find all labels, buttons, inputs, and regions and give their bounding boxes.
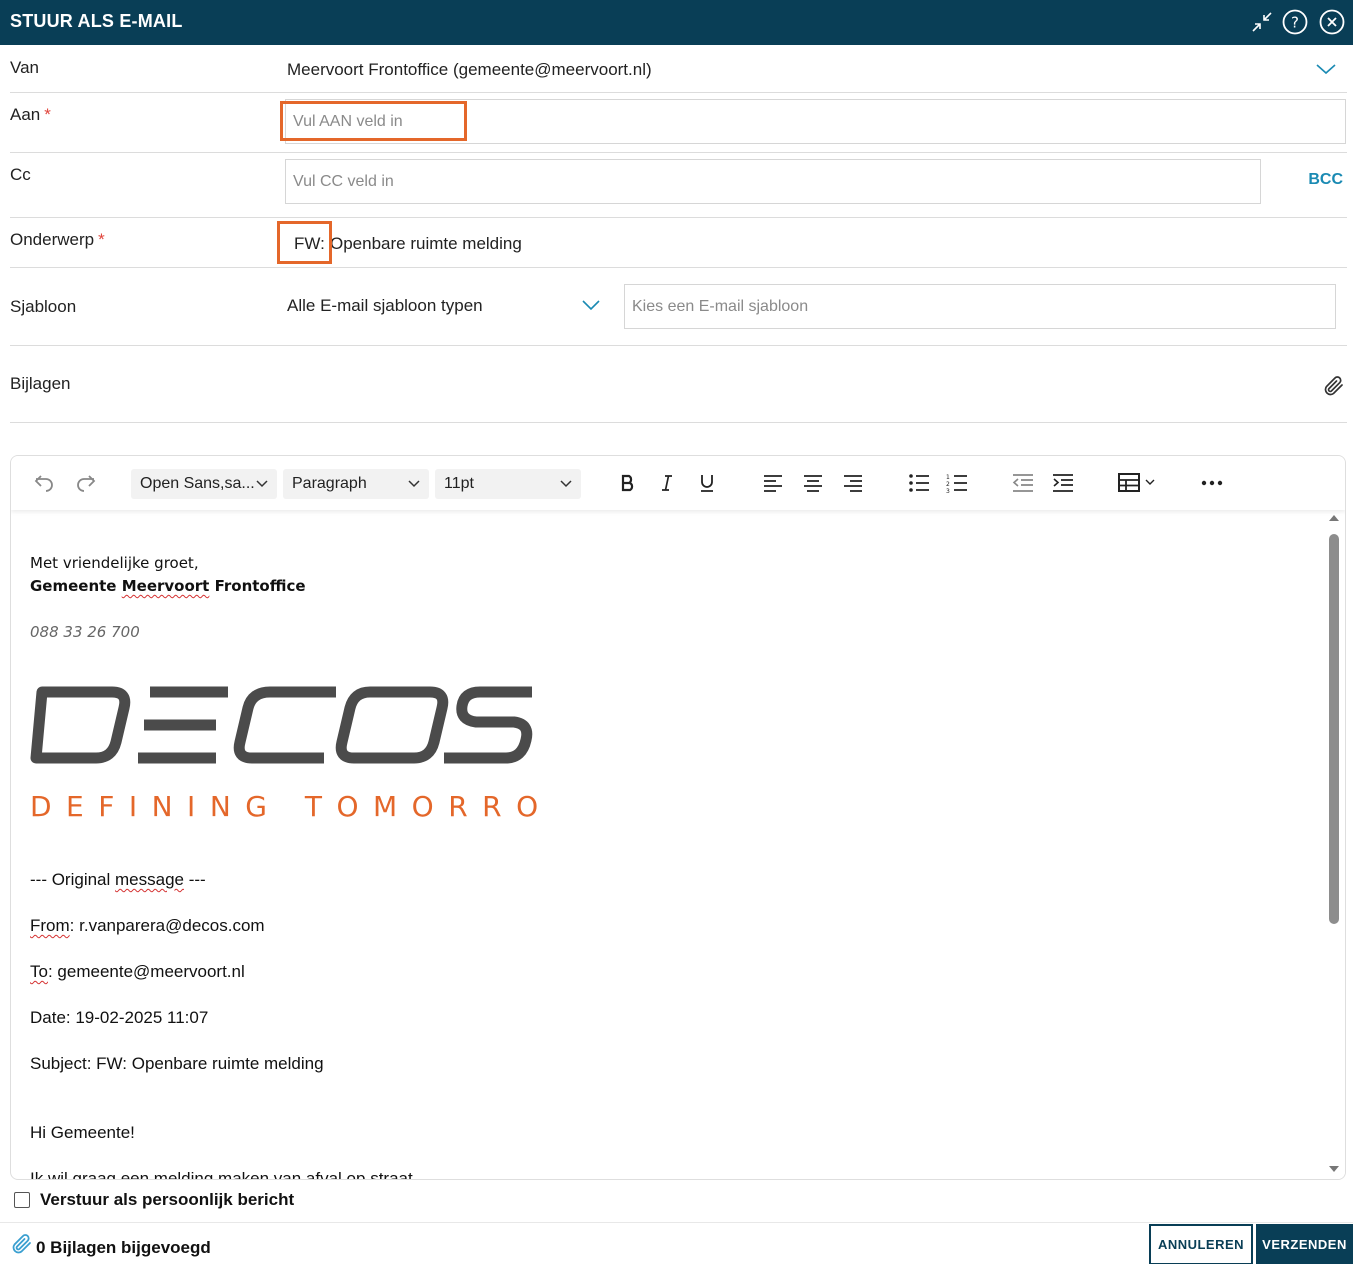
template-type-chevron-down-icon[interactable] (581, 298, 601, 317)
message-greeting: Hi Gemeente! (30, 1123, 135, 1142)
bold-icon[interactable] (615, 470, 641, 496)
attachments-label: Bijlagen (10, 374, 71, 393)
cc-placeholder: Vul CC veld in (293, 172, 394, 190)
bcc-button[interactable]: BCC (1308, 171, 1343, 189)
subject-input[interactable]: Openbare ruimte melding (330, 234, 522, 254)
block-format-value: Paragraph (292, 475, 367, 492)
table-icon[interactable] (1116, 470, 1160, 496)
more-options-icon[interactable] (1199, 470, 1225, 496)
outdent-icon[interactable] (1010, 470, 1036, 496)
rich-text-editor[interactable]: Open Sans,sa... Paragraph 11pt 1 2 3 Met… (10, 455, 1346, 1180)
cc-input[interactable]: Vul CC veld in (285, 159, 1261, 204)
align-left-icon[interactable] (760, 470, 786, 496)
undo-icon[interactable] (31, 470, 57, 496)
dialog-title: STUUR ALS E-MAIL (10, 11, 183, 31)
svg-text:3: 3 (946, 488, 950, 493)
divider (10, 152, 1347, 153)
numbered-list-icon[interactable]: 123 (944, 470, 970, 496)
chevron-down-icon (408, 480, 420, 488)
redo-icon[interactable] (73, 470, 99, 496)
close-icon[interactable] (1319, 9, 1345, 35)
original-from-line: From: r.vanparera@decos.com (30, 916, 265, 935)
editor-scrollbar[interactable] (1323, 510, 1345, 1179)
personal-message-label: Verstuur als persoonlijk bericht (40, 1190, 295, 1209)
scroll-up-icon[interactable] (1328, 514, 1340, 522)
dialog-footer: 0 Bijlagen bijgevoegd ANNULEREN VERZENDE… (0, 1222, 1353, 1264)
original-date-line: Date: 19-02-2025 11:07 (30, 1008, 209, 1027)
divider (10, 345, 1347, 346)
send-button[interactable]: VERZENDEN (1256, 1224, 1353, 1264)
original-subject-line: Subject: FW: Openbare ruimte melding (30, 1054, 324, 1073)
svg-text:2: 2 (946, 481, 950, 488)
underline-icon[interactable] (694, 470, 720, 496)
template-placeholder: Kies een E-mail sjabloon (632, 297, 809, 315)
scroll-down-icon[interactable] (1328, 1165, 1340, 1173)
to-label: Aan * (10, 105, 51, 124)
font-size-select[interactable]: 11pt (435, 469, 581, 499)
signature-phone: 088 33 26 700 (30, 623, 140, 641)
italic-icon[interactable] (654, 470, 680, 496)
original-message-header: --- Original message --- (30, 870, 206, 889)
font-family-value: Open Sans,sa... (140, 475, 255, 492)
original-to-line: To: gemeente@meervoort.nl (30, 962, 245, 981)
personal-message-checkbox[interactable] (14, 1192, 30, 1208)
subject-label: Onderwerp * (10, 230, 105, 249)
align-center-icon[interactable] (800, 470, 826, 496)
divider (10, 92, 1347, 93)
font-size-value: 11pt (444, 475, 474, 492)
divider (10, 217, 1347, 218)
subject-prefix-highlight-box (277, 221, 332, 264)
bullet-list-icon[interactable] (906, 470, 932, 496)
divider (10, 267, 1347, 268)
collapse-icon[interactable] (1249, 9, 1275, 35)
chevron-down-icon (560, 480, 572, 488)
greeting-text: Met vriendelijke groet, (30, 554, 199, 572)
decos-logo: DEFINING TOMORROW (30, 686, 580, 826)
font-family-select[interactable]: Open Sans,sa... (131, 469, 277, 499)
personal-message-option[interactable]: Verstuur als persoonlijk bericht (14, 1190, 294, 1210)
svg-text:1: 1 (946, 474, 950, 481)
template-label: Sjabloon (10, 297, 77, 316)
block-format-select[interactable]: Paragraph (283, 469, 429, 499)
attachments-count: 0 Bijlagen bijgevoegd (36, 1238, 211, 1257)
indent-icon[interactable] (1050, 470, 1076, 496)
help-icon[interactable]: ? (1282, 9, 1308, 35)
message-body-line: Ik wil graag een melding maken van afval… (30, 1169, 413, 1179)
dialog-titlebar: STUUR ALS E-MAIL ? (0, 0, 1353, 45)
to-highlight-box (280, 101, 467, 141)
divider (10, 422, 1347, 423)
cc-label: Cc (10, 165, 31, 184)
editor-content[interactable]: Met vriendelijke groet, Gemeente Meervoo… (11, 510, 1323, 1179)
svg-text:?: ? (1291, 14, 1299, 32)
cancel-button[interactable]: ANNULEREN (1149, 1224, 1253, 1264)
signature-name: Gemeente Meervoort Frontoffice (30, 577, 306, 595)
chevron-down-icon (256, 480, 268, 488)
editor-toolbar: Open Sans,sa... Paragraph 11pt 1 2 3 (11, 456, 1345, 510)
template-type-select[interactable]: Alle E-mail sjabloon typen (287, 296, 483, 316)
paperclip-icon (10, 1232, 34, 1261)
scroll-thumb[interactable] (1329, 534, 1339, 924)
template-search-input[interactable]: Kies een E-mail sjabloon (624, 284, 1336, 329)
from-label: Van (10, 58, 39, 77)
from-select-value[interactable]: Meervoort Frontoffice (gemeente@meervoor… (287, 60, 652, 80)
svg-text:DEFINING TOMORROW: DEFINING TOMORROW (30, 790, 550, 823)
align-right-icon[interactable] (840, 470, 866, 496)
from-chevron-down-icon[interactable] (1315, 62, 1337, 81)
paperclip-icon[interactable] (1322, 374, 1346, 403)
